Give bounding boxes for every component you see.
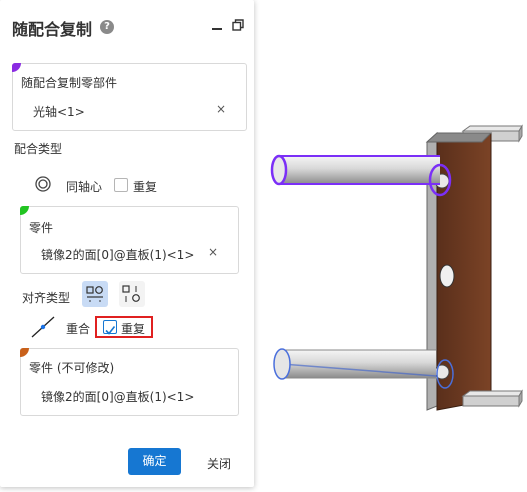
plate-top-face bbox=[425, 132, 493, 143]
mate-copy-panel: 随配合复制 ? 随配合复制零部件 光轴<1> × 配合类型 同轴心 重复 零件 … bbox=[0, 0, 254, 487]
upper-shaft[interactable] bbox=[270, 154, 452, 197]
anti-aligned-icon bbox=[122, 285, 140, 302]
lower-shaft[interactable] bbox=[273, 348, 454, 389]
fixed-part-item: 镜像2的面[0]@直板(1)<1> bbox=[41, 390, 195, 404]
orange-selection-marker bbox=[20, 348, 29, 357]
align-anti-aligned-button[interactable] bbox=[119, 281, 145, 307]
green-selection-marker bbox=[20, 206, 29, 215]
remove-component-button[interactable]: × bbox=[216, 102, 226, 116]
fixed-part-box: 零件 (不可修改) 镜像2的面[0]@直板(1)<1> bbox=[20, 348, 239, 416]
help-icon[interactable]: ? bbox=[100, 20, 114, 34]
component-section-label: 随配合复制零部件 bbox=[21, 76, 118, 90]
bottom-bracket bbox=[461, 389, 523, 408]
coincident-icon[interactable] bbox=[30, 315, 56, 339]
fixed-part-label: 零件 (不可修改) bbox=[29, 361, 115, 375]
coincident-repeat-label: 重复 bbox=[121, 322, 146, 336]
remove-part-button[interactable]: × bbox=[208, 245, 218, 259]
part-item[interactable]: 镜像2的面[0]@直板(1)<1> bbox=[41, 246, 194, 263]
concentric-repeat-label: 重复 bbox=[133, 180, 158, 194]
align-aligned-button[interactable] bbox=[82, 281, 108, 307]
coincident-repeat-checkbox[interactable] bbox=[103, 320, 117, 335]
aligned-icon bbox=[86, 286, 103, 302]
minimize-icon[interactable] bbox=[212, 28, 222, 30]
component-selection-box[interactable]: 随配合复制零部件 光轴<1> × bbox=[12, 63, 247, 131]
plate-hole-middle bbox=[439, 264, 455, 288]
ok-button[interactable]: 确定 bbox=[128, 448, 181, 475]
concentric-icon[interactable] bbox=[35, 176, 51, 192]
purple-selection-marker bbox=[12, 63, 21, 72]
concentric-label: 同轴心 bbox=[66, 180, 103, 194]
part-selection-box[interactable]: 零件 镜像2的面[0]@直板(1)<1> × bbox=[20, 206, 239, 274]
close-button[interactable]: 关闭 bbox=[207, 455, 231, 472]
check-icon bbox=[105, 326, 116, 335]
coincident-label: 重合 bbox=[66, 322, 91, 336]
3d-viewport[interactable] bbox=[256, 0, 527, 492]
mate-type-label: 配合类型 bbox=[14, 142, 63, 156]
concentric-repeat-checkbox[interactable] bbox=[114, 178, 128, 192]
restore-window-icon[interactable] bbox=[232, 19, 244, 31]
panel-title: 随配合复制 bbox=[12, 20, 93, 39]
part-section-label: 零件 bbox=[29, 221, 54, 235]
component-item[interactable]: 光轴<1> bbox=[33, 103, 85, 120]
alignment-label: 对齐类型 bbox=[22, 291, 71, 305]
